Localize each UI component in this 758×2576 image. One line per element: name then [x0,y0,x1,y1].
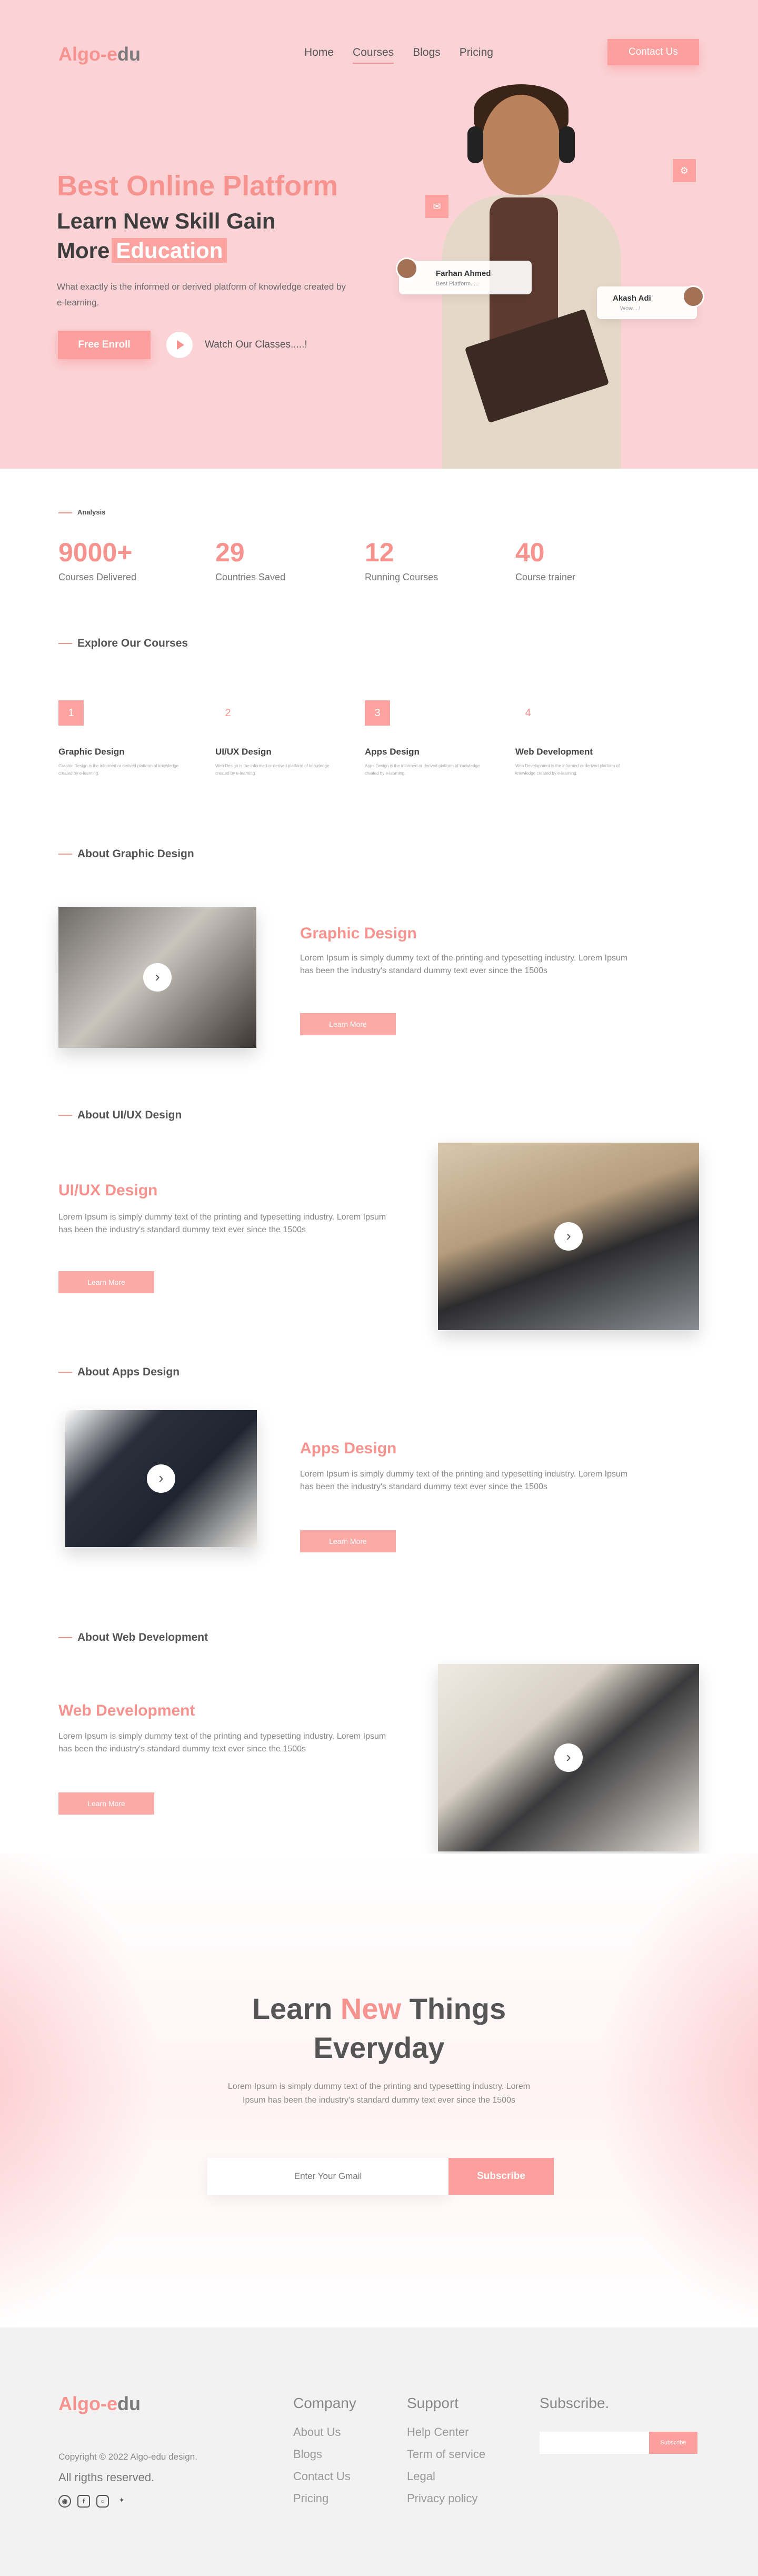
email-field[interactable] [207,2158,448,2195]
footer-link-pricing[interactable]: Pricing [293,2488,356,2510]
uiux-design-text: Lorem Ipsum is simply dummy text of the … [58,1213,386,1234]
nav-home[interactable]: Home [304,46,334,59]
hero-section: Algo-edu Home Courses Blogs Pricing Cont… [0,0,758,469]
newsletter-section: Learn New Things Everyday Lorem Ipsum is… [0,1854,758,2327]
github-icon[interactable]: ◉ [58,2495,71,2508]
webdev-image [438,1664,699,1851]
footer-link-help[interactable]: Help Center [407,2421,485,2443]
footer-email-field[interactable] [540,2432,649,2454]
contact-us-button[interactable]: Contact Us [607,39,699,65]
footer-company-column: Company About Us Blogs Contact Us Pricin… [293,2395,356,2510]
avatar [682,285,704,308]
twitter-icon[interactable]: ✦ [115,2495,128,2508]
footer-link-blogs[interactable]: Blogs [293,2443,356,2465]
play-icon[interactable] [166,332,193,358]
footer-subscribe-heading: Subscribe. [540,2395,610,2411]
footer-logo[interactable]: Algo-edu [58,2393,141,2415]
footer-subscribe-button[interactable]: Subscribe [649,2432,697,2454]
course-card[interactable]: 3 Apps Design Apps Design is the informe… [365,700,502,777]
course-card[interactable]: 4 Web Development Web Development is the… [515,700,652,777]
email-field-wrapper [207,2158,448,2195]
play-icon[interactable] [554,1743,583,1772]
stat-trainers: 40 Course trainer [515,538,576,582]
graphic-design-title: Graphic Design [300,925,417,942]
play-icon[interactable] [143,963,172,992]
hero-highlight: Education [112,238,227,263]
nav-blogs[interactable]: Blogs [413,46,441,59]
main-nav: Home Courses Blogs Pricing [304,46,493,64]
about-apps-heading: About Apps Design [58,1366,179,1379]
stat-running: 12 Running Courses [365,538,438,582]
about-graphic-heading: About Graphic Design [58,848,194,860]
nav-courses[interactable]: Courses [353,46,394,64]
graphic-design-image [58,907,256,1048]
apps-design-title: Apps Design [300,1440,397,1457]
page: Algo-edu Home Courses Blogs Pricing Cont… [0,0,758,2576]
watch-classes-link[interactable]: Watch Our Classes.....! [205,339,307,351]
hero-subtitle-line1: Learn New Skill Gain [57,209,276,233]
avatar [396,257,418,280]
testimonial-card-farhan: Farhan Ahmed Best Platform..... [396,257,532,294]
nav-pricing[interactable]: Pricing [460,46,493,59]
course-card[interactable]: 2 UI/UX Design Web Design is the informe… [215,700,352,777]
learn-more-button[interactable]: Learn More [58,1792,154,1815]
play-icon[interactable] [554,1222,583,1251]
apps-design-text: Lorem Ipsum is simply dummy text of the … [300,1470,628,1491]
footer-link-about[interactable]: About Us [293,2421,356,2443]
stat-courses: 9000+ Courses Delivered [58,538,137,582]
hero-title: Best Online Platform [57,170,338,202]
course-card[interactable]: 1 Graphic Design Graphic Design is the i… [58,700,195,777]
analysis-heading: Analysis [58,508,105,516]
subscribe-button[interactable]: Subscribe [448,2158,554,2195]
uiux-design-title: UI/UX Design [58,1182,158,1199]
copyright-text: Copyright © 2022 Algo-edu design. [58,2452,197,2462]
footer-link-terms[interactable]: Term of service [407,2443,485,2465]
learn-more-button[interactable]: Learn More [58,1271,154,1293]
chat-icon: ✉ [425,195,448,218]
rights-text: All rigths reserved. [58,2471,155,2484]
hero-description: What exactly is the informed or derived … [57,282,346,308]
webdev-title: Web Development [58,1702,195,1719]
free-enroll-button[interactable]: Free Enroll [58,331,151,359]
facebook-icon[interactable]: f [77,2495,90,2508]
learn-more-button[interactable]: Learn More [300,1013,396,1035]
webdev-text: Lorem Ipsum is simply dummy text of the … [58,1732,386,1753]
footer-support-column: Support Help Center Term of service Lega… [407,2395,485,2510]
footer-link-legal[interactable]: Legal [407,2465,485,2488]
hero-subtitle-line2: More Education [57,238,227,263]
courses-heading: Explore Our Courses [58,637,188,650]
about-webdev-heading: About Web Development [58,1631,208,1644]
play-icon[interactable] [147,1464,175,1493]
uiux-design-image [438,1143,699,1330]
footer: Algo-edu Copyright © 2022 Algo-edu desig… [0,2327,758,2576]
testimonial-card-akash: Akash Adi Wow....! [597,285,704,319]
about-uiux-heading: About UI/UX Design [58,1109,182,1122]
logo[interactable]: Algo-edu [58,43,141,65]
learn-more-button[interactable]: Learn More [300,1530,396,1552]
instagram-icon[interactable]: ○ [96,2495,109,2508]
apps-design-image [65,1410,257,1547]
settings-icon: ⚙ [673,159,696,182]
footer-link-privacy[interactable]: Privacy policy [407,2488,485,2510]
cta-title: Learn New Things Everyday [252,1992,506,2064]
social-links: ◉ f ○ ✦ [58,2495,128,2508]
graphic-design-text: Lorem Ipsum is simply dummy text of the … [300,954,628,975]
stat-countries: 29 Countries Saved [215,538,286,582]
cta-text: Lorem Ipsum is simply dummy text of the … [227,2082,531,2105]
footer-link-contact[interactable]: Contact Us [293,2465,356,2488]
